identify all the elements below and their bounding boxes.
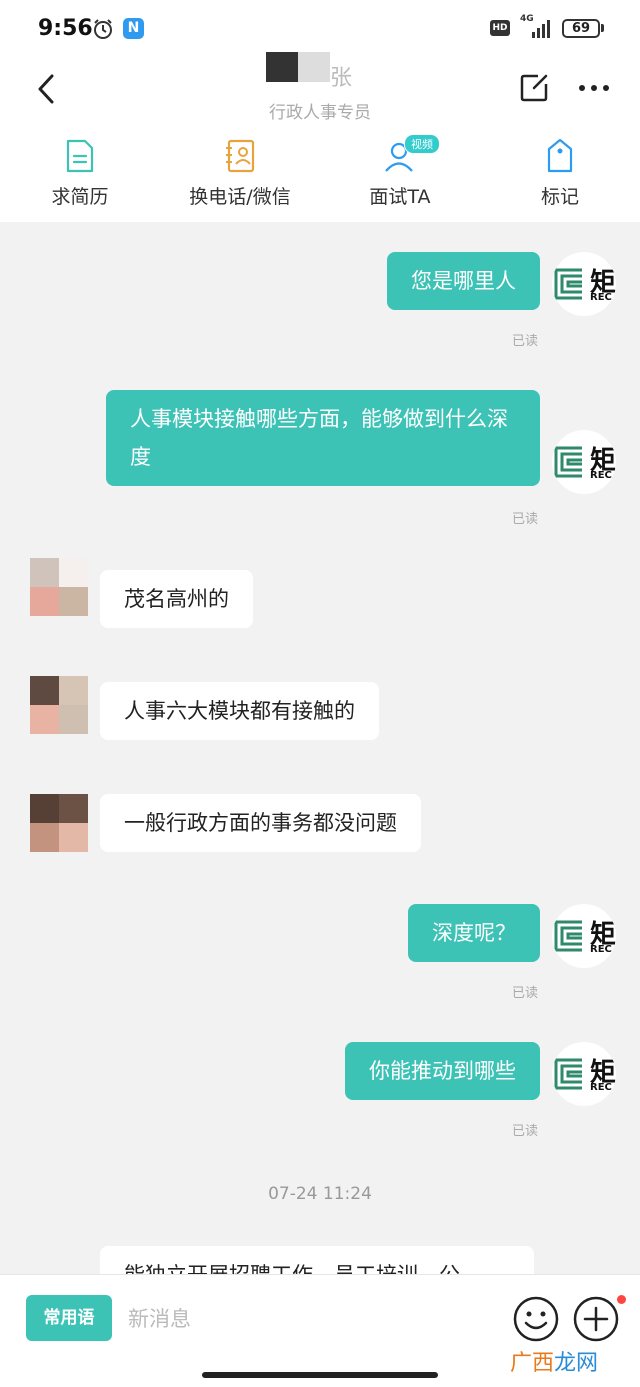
read-status: 已读 [512,1124,539,1139]
logo-sub: REC [590,470,612,481]
input-bar: 常用语 广西龙网 [0,1274,640,1387]
my-avatar[interactable]: 矩 REC [552,252,616,316]
app-notification-icon: N [123,18,144,39]
contact-avatar[interactable] [30,558,88,616]
chat-area: 您是哪里人 矩 REC 已读 人事模块接触哪些方面，能够做到什么深度 矩 REC… [0,222,640,1274]
more-options-icon[interactable] [578,84,610,92]
action-bar: 求简历 换电话/微信 视频 面试TA 标记 [0,124,640,222]
contact-name-redacted [266,52,330,82]
exchange-contact-label: 换电话/微信 [189,186,291,208]
resume-icon [66,139,94,173]
request-resume-label: 求简历 [51,186,109,208]
watermark-part2: 龙网 [554,1351,599,1376]
company-logo-icon [554,268,582,300]
logo-sub: REC [590,944,612,955]
message-bubble[interactable]: 茂名高州的 [100,570,253,628]
company-logo-icon [554,446,582,478]
tag-icon [547,138,573,173]
contact-card-icon [226,139,255,173]
request-resume-button[interactable]: 求简历 [0,138,160,209]
video-badge: 视频 [404,134,440,154]
mark-label: 标记 [540,186,579,208]
status-bar: 9:56 N HD 4G 69 [0,0,640,58]
message-input[interactable] [128,1299,488,1339]
battery-tip [601,24,604,32]
battery-indicator: 69 [562,19,600,38]
chat-header: 张 行政人事专员 [0,52,640,124]
home-indicator[interactable] [202,1372,438,1378]
logo-sub: REC [590,292,612,303]
message-bubble[interactable]: 人事六大模块都有接触的 [100,682,379,740]
read-status: 已读 [512,334,539,349]
message-text: 人事六大模块都有接触的 [124,699,355,723]
emoji-icon[interactable] [512,1295,560,1343]
company-logo-icon [554,1058,582,1090]
my-avatar[interactable]: 矩 REC [552,1042,616,1106]
read-status: 已读 [512,512,539,527]
exchange-contact-button[interactable]: 换电话/微信 [160,138,320,209]
signal-icon [532,20,550,38]
message-text: 您是哪里人 [411,269,516,293]
message-bubble[interactable]: 一般行政方面的事务都没问题 [100,794,421,852]
hd-badge: HD [490,20,510,36]
message-text: 茂名高州的 [124,587,229,611]
status-time: 9:56 [38,16,93,41]
message-bubble[interactable]: 能独立开展招聘工作，员工培训，公 [100,1246,534,1274]
alarm-icon [94,19,112,39]
common-phrases-button[interactable]: 常用语 [26,1295,112,1341]
contact-name: 张 [330,66,353,91]
mark-button[interactable]: 标记 [480,138,640,209]
my-avatar[interactable]: 矩 REC [552,430,616,494]
message-bubble[interactable]: 您是哪里人 [387,252,540,310]
message-text: 深度呢？ [432,921,516,945]
plus-icon[interactable] [572,1295,620,1343]
message-text: 人事模块接触哪些方面，能够做到什么深度 [130,407,508,469]
watermark-part1: 广西 [510,1351,555,1376]
contact-avatar[interactable] [30,794,88,852]
notification-dot [617,1295,626,1304]
contact-avatar[interactable] [30,676,88,734]
message-text: 能独立开展招聘工作，员工培训，公 [124,1263,460,1274]
message-bubble[interactable]: 你能推动到哪些 [345,1042,540,1100]
message-text: 你能推动到哪些 [369,1059,516,1083]
interview-button[interactable]: 视频 面试TA [320,134,480,209]
watermark: 广西龙网 [510,1345,598,1377]
interview-label: 面试TA [369,186,431,208]
chat-timestamp: 07-24 11:24 [268,1184,372,1204]
message-bubble[interactable]: 深度呢？ [408,904,540,962]
read-status: 已读 [512,986,539,1001]
company-logo-icon [554,920,582,952]
logo-sub: REC [590,1082,612,1093]
message-text: 一般行政方面的事务都没问题 [124,811,397,835]
message-bubble[interactable]: 人事模块接触哪些方面，能够做到什么深度 [106,390,540,486]
my-avatar[interactable]: 矩 REC [552,904,616,968]
edit-note-icon[interactable] [518,72,550,104]
